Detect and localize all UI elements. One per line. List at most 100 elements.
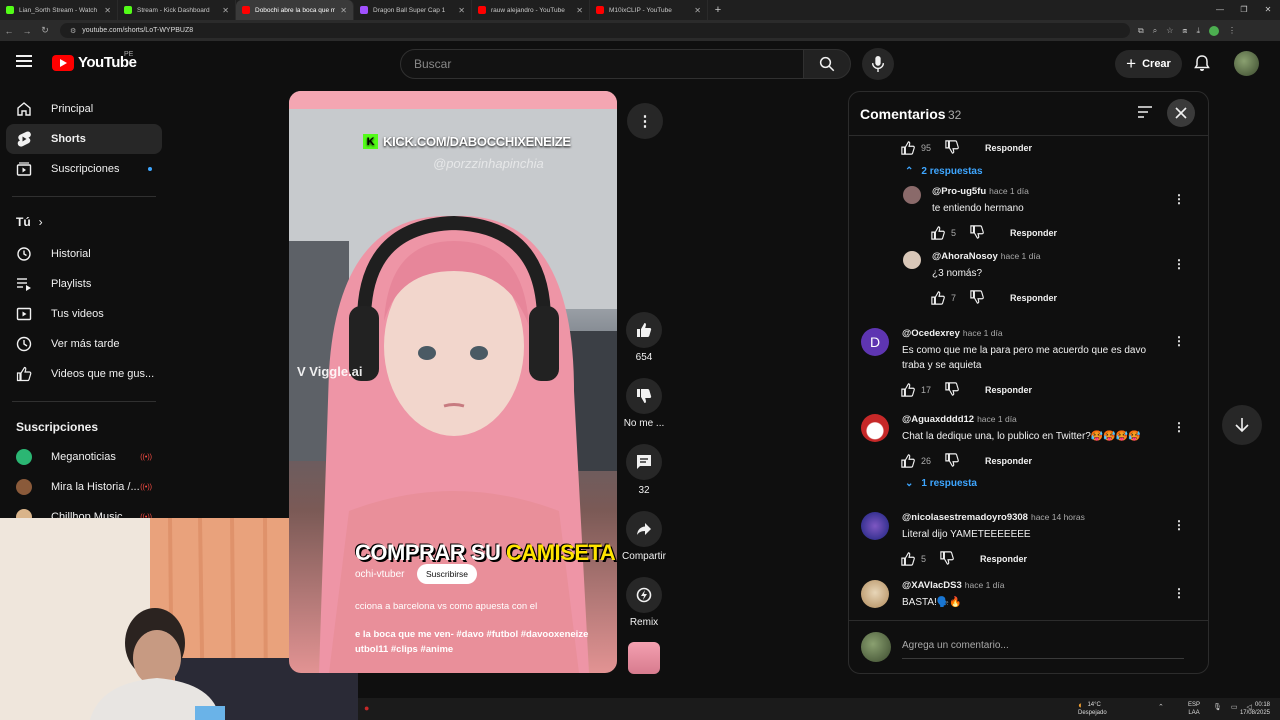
browser-tab-active[interactable]: Dobochi abre la boca que m ✕ xyxy=(236,0,354,20)
search-button[interactable] xyxy=(803,49,851,79)
next-short-button[interactable] xyxy=(1222,405,1262,445)
reply-button[interactable]: Responder xyxy=(1010,293,1057,303)
close-comments-button[interactable] xyxy=(1167,99,1195,127)
comment-author[interactable]: @XAVIacDS3 hace 1 día xyxy=(902,580,1004,591)
comment-dislike-icon[interactable] xyxy=(945,382,959,398)
author-handle[interactable]: @Pro-ug5fu xyxy=(932,186,986,197)
short-video-player[interactable]: K KICK.COM/DABOCCHIXENEIZE @porzzinhapin… xyxy=(289,91,617,673)
weather-widget[interactable]: ◐ 14°C Despejado xyxy=(1078,701,1107,717)
comment-like-button[interactable]: 26 xyxy=(901,454,931,468)
author-handle[interactable]: @AhoraNosoy xyxy=(932,251,998,262)
sidebar-item-suscripciones[interactable]: Suscripciones xyxy=(6,154,162,184)
forward-icon[interactable]: → xyxy=(18,26,36,36)
install-icon[interactable]: ⧉ xyxy=(1138,26,1144,36)
bookmark-star-icon[interactable]: ☆ xyxy=(1166,26,1173,36)
share-button[interactable] xyxy=(626,511,662,547)
create-button[interactable]: + Crear xyxy=(1115,50,1182,78)
network-icon[interactable]: ▭ xyxy=(1231,703,1238,711)
language-indicator[interactable]: ESP LAA xyxy=(1188,701,1200,717)
browser-tab[interactable]: M10ixCLIP - YouTube ✕ xyxy=(590,0,708,20)
comment-dislike-icon[interactable] xyxy=(940,551,954,567)
browser-tab[interactable]: Dragon Ball Super Cap 1 ✕ xyxy=(354,0,472,20)
downloads-icon[interactable]: ⤓ xyxy=(1196,26,1200,36)
sidebar-item-principal[interactable]: Principal xyxy=(6,94,162,124)
tray-chevron-up-icon[interactable]: ⌃ xyxy=(1158,703,1164,711)
comment-author[interactable]: @Pro-ug5fu hace 1 día xyxy=(932,186,1029,197)
author-handle[interactable]: @nicolasestremadoyro9308 xyxy=(902,512,1028,523)
browser-tab[interactable]: Lian_Sorth Stream - Watch Live ✕ xyxy=(0,0,118,20)
add-comment-input[interactable]: Agrega un comentario... xyxy=(902,633,1184,659)
hashtags-line[interactable]: e la boca que me ven- #davo #futbol #dav… xyxy=(355,627,588,642)
commenter-avatar[interactable] xyxy=(861,580,889,608)
close-tab-icon[interactable]: ✕ xyxy=(458,6,465,15)
reply-button[interactable]: Responder xyxy=(985,143,1032,153)
author-handle[interactable]: @XAVIacDS3 xyxy=(902,580,962,591)
search-input[interactable]: Buscar xyxy=(400,49,804,79)
comment-dislike-icon[interactable] xyxy=(970,290,984,306)
comment-author[interactable]: @nicolasestremadoyro9308 hace 14 horas xyxy=(902,512,1085,523)
hashtags-line[interactable]: utbol11 #clips #anime xyxy=(355,642,588,657)
subscribe-button[interactable]: Suscribirse xyxy=(417,564,478,584)
close-window-icon[interactable]: ✕ xyxy=(1256,0,1280,20)
video-hashtags[interactable]: e la boca que me ven- #davo #futbol #dav… xyxy=(355,627,588,657)
zoom-icon[interactable]: ⌕ xyxy=(1153,26,1157,36)
audio-thumbnail[interactable] xyxy=(628,642,660,674)
comment-like-button[interactable]: 5 xyxy=(931,226,956,240)
video-more-options-button[interactable]: ⋮ xyxy=(627,103,663,139)
comment-dislike-icon[interactable] xyxy=(945,453,959,469)
sidebar-item-ver-mas-tarde[interactable]: Ver más tarde xyxy=(6,329,162,359)
commenter-avatar[interactable] xyxy=(903,251,921,269)
reply-button[interactable]: Responder xyxy=(1010,228,1057,238)
sidebar-item-historial[interactable]: Historial xyxy=(6,239,162,269)
author-handle[interactable]: @Ocedexrey xyxy=(902,328,960,339)
commenter-avatar[interactable] xyxy=(903,186,921,204)
comment-more-icon[interactable]: ⋮ xyxy=(1173,586,1185,600)
remix-button[interactable] xyxy=(626,577,662,613)
sidebar-section-you[interactable]: Tú › xyxy=(0,209,172,235)
comment-author[interactable]: @Ocedexrey hace 1 día xyxy=(902,328,1003,339)
microphone-tray-icon[interactable]: 🎙 xyxy=(1213,703,1222,711)
url-field[interactable]: ⚙ youtube.com/shorts/LoT-WYPBUZ8 xyxy=(60,23,1130,38)
comment-more-icon[interactable]: ⋮ xyxy=(1173,420,1185,434)
comment-more-icon[interactable]: ⋮ xyxy=(1173,334,1185,348)
minimize-icon[interactable]: — xyxy=(1208,0,1232,20)
comment-dislike-icon[interactable] xyxy=(945,140,959,156)
comments-button[interactable] xyxy=(626,444,662,480)
sidebar-item-tus-videos[interactable]: Tus videos xyxy=(6,299,162,329)
clock[interactable]: 00:18 17/08/2025 xyxy=(1240,701,1270,717)
extensions-icon[interactable]: ⧈ xyxy=(1182,26,1187,36)
sidebar-item-shorts[interactable]: Shorts xyxy=(6,124,162,154)
browser-profile-avatar[interactable] xyxy=(1209,25,1220,36)
comment-like-button[interactable]: 5 xyxy=(901,552,926,566)
comment-like-button[interactable]: 95 xyxy=(901,141,931,155)
toggle-replies-button[interactable]: ⌃ 2 respuestas xyxy=(905,166,983,177)
comment-like-button[interactable]: 7 xyxy=(931,291,956,305)
reply-button[interactable]: Responder xyxy=(980,554,1027,564)
menu-hamburger-icon[interactable] xyxy=(16,55,32,67)
browser-tab[interactable]: rauw alejandro - YouTube ✕ xyxy=(472,0,590,20)
sidebar-item-playlists[interactable]: Playlists xyxy=(6,269,162,299)
back-icon[interactable]: ← xyxy=(0,26,18,36)
close-tab-icon[interactable]: ✕ xyxy=(104,6,111,15)
commenter-avatar[interactable] xyxy=(861,512,889,540)
voice-search-button[interactable] xyxy=(862,48,894,80)
sidebar-channel-mira-la-historia[interactable]: Mira la Historia /... ((•)) xyxy=(6,472,162,502)
sort-icon[interactable] xyxy=(1137,105,1153,124)
maximize-icon[interactable]: ❐ xyxy=(1232,0,1256,20)
browser-tab[interactable]: Stream - Kick Dashboard ✕ xyxy=(118,0,236,20)
reload-icon[interactable]: ↻ xyxy=(36,25,54,36)
dislike-button[interactable] xyxy=(626,378,662,414)
comment-like-button[interactable]: 17 xyxy=(901,383,931,397)
commenter-avatar[interactable] xyxy=(861,414,889,442)
comment-more-icon[interactable]: ⋮ xyxy=(1173,257,1185,271)
author-handle[interactable]: @Aguaxdddd12 xyxy=(902,414,974,425)
comment-more-icon[interactable]: ⋮ xyxy=(1173,192,1185,206)
notifications-bell-icon[interactable] xyxy=(1194,55,1210,77)
reply-button[interactable]: Responder xyxy=(985,385,1032,395)
reply-button[interactable]: Responder xyxy=(985,456,1032,466)
browser-menu-icon[interactable]: ⋮ xyxy=(1228,26,1236,36)
close-tab-icon[interactable]: ✕ xyxy=(576,6,583,15)
close-tab-icon[interactable]: ✕ xyxy=(222,6,229,15)
toggle-replies-button[interactable]: ⌄ 1 respuesta xyxy=(905,478,977,489)
site-info-icon[interactable]: ⚙ xyxy=(70,27,76,35)
